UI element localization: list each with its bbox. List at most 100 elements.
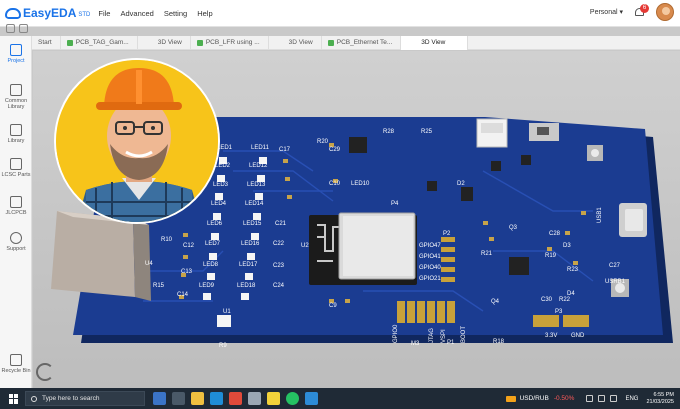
system-tray: USD/RUB -0.50% ENG 6:55 PM 21/03/2025 bbox=[505, 388, 674, 409]
label-c10: C10 bbox=[329, 181, 341, 187]
notes-app-icon[interactable] bbox=[267, 392, 280, 405]
layers-icon[interactable] bbox=[19, 23, 28, 33]
label-c14: C14 bbox=[177, 292, 189, 298]
search-icon bbox=[31, 395, 37, 402]
label-c23: C23 bbox=[273, 263, 285, 269]
label-q3: Q3 bbox=[509, 225, 518, 231]
sidebar-item-common-library[interactable]: Common Library bbox=[0, 84, 32, 110]
label-gpio21: GPIO21 bbox=[419, 276, 441, 282]
label-led17: LED17 bbox=[239, 262, 258, 268]
presenter-webcam-overlay bbox=[54, 58, 220, 224]
tab-pcb-ethernet[interactable]: PCB_Ethernet Te... bbox=[322, 36, 402, 50]
currency-icon bbox=[505, 395, 516, 402]
tab-pcb-lfr[interactable]: PCB_LFR using ... bbox=[191, 36, 269, 50]
label-u4: U4 bbox=[145, 261, 153, 267]
taskbar-apps bbox=[153, 392, 318, 405]
edge-browser-icon[interactable] bbox=[210, 392, 223, 405]
account-dropdown[interactable]: Personal ▾ bbox=[590, 8, 623, 16]
easyeda-logo[interactable]: EasyEDA STD bbox=[5, 6, 90, 20]
label-led4: LED4 bbox=[211, 201, 227, 207]
label-led2: LED2 bbox=[215, 163, 231, 169]
logo-text: EasyEDA bbox=[23, 6, 77, 20]
label-p1: P1 bbox=[447, 340, 455, 346]
tab-pcb-tag[interactable]: PCB_TAG_Gam... bbox=[61, 36, 138, 50]
label-led8: LED8 bbox=[203, 262, 219, 268]
presenter-avatar-app-icon[interactable] bbox=[153, 392, 166, 405]
sidebar-item-project[interactable]: Project bbox=[0, 44, 32, 64]
label-led10: LED10 bbox=[351, 181, 370, 187]
menu-setting[interactable]: Setting bbox=[164, 9, 187, 18]
label-vspi: VSPI bbox=[441, 329, 447, 343]
tab-start[interactable]: Start bbox=[32, 36, 61, 50]
label-3v3: 3.3V bbox=[545, 333, 557, 339]
document-tabs: Start PCB_TAG_Gam... 3D View PCB_LFR usi… bbox=[32, 36, 680, 50]
tab-3d-view-2[interactable]: 3D View bbox=[269, 36, 322, 50]
chevron-up-icon[interactable] bbox=[586, 395, 594, 402]
label-gpio0: GPIO0 bbox=[393, 324, 399, 343]
chrome-browser-icon[interactable] bbox=[229, 392, 242, 405]
clock[interactable]: 6:55 PM 21/03/2025 bbox=[646, 392, 674, 406]
search-placeholder: Type here to search bbox=[42, 395, 100, 402]
sidebar-item-library[interactable]: Library bbox=[0, 124, 32, 144]
label-led18: LED18 bbox=[237, 283, 256, 289]
quick-icons bbox=[0, 20, 34, 36]
pcb-doc-icon bbox=[327, 40, 334, 46]
main-menu: File Advanced Setting Help bbox=[98, 9, 222, 18]
sidebar-item-support[interactable]: Support bbox=[0, 232, 32, 252]
task-view-icon[interactable] bbox=[172, 392, 185, 405]
sidebar-item-jlcpcb[interactable]: JLCPCB bbox=[0, 196, 32, 216]
label-r23: R23 bbox=[567, 267, 579, 273]
speaker-icon[interactable] bbox=[610, 395, 618, 402]
presenter-portrait bbox=[56, 60, 218, 222]
currency-change: -0.50% bbox=[553, 395, 575, 402]
label-led6: LED6 bbox=[207, 221, 223, 227]
label-led15: LED15 bbox=[243, 221, 262, 227]
label-r25: R25 bbox=[421, 129, 433, 135]
label-c13: C13 bbox=[181, 269, 193, 275]
label-r19: R19 bbox=[545, 253, 557, 259]
tab-3d-view-1[interactable]: 3D View bbox=[138, 36, 191, 50]
trash-icon bbox=[10, 354, 22, 366]
label-c9: C9 bbox=[329, 303, 337, 309]
label-r15: R15 bbox=[153, 283, 165, 289]
sidebar-item-lcsc-parts[interactable]: LCSC Parts bbox=[0, 158, 32, 178]
network-icon[interactable] bbox=[598, 395, 606, 402]
label-gnd: GND bbox=[571, 333, 585, 339]
label-led13: LED13 bbox=[247, 182, 266, 188]
whatsapp-icon[interactable] bbox=[286, 392, 299, 405]
clock-time: 6:55 PM bbox=[653, 391, 674, 398]
easyeda-app-icon[interactable] bbox=[305, 392, 318, 405]
windows-start-icon[interactable] bbox=[9, 393, 19, 404]
label-d2: D2 bbox=[457, 181, 465, 187]
notification-bell-icon[interactable]: 6 bbox=[633, 4, 649, 19]
label-gpio47: GPIO47 bbox=[419, 243, 441, 249]
label-led9: LED9 bbox=[199, 283, 215, 289]
label-c17: C17 bbox=[279, 147, 291, 153]
menu-help[interactable]: Help bbox=[197, 9, 212, 18]
folder-icon[interactable] bbox=[6, 23, 15, 33]
menu-file[interactable]: File bbox=[98, 9, 110, 18]
pcb-doc-icon bbox=[66, 40, 73, 46]
label-c29: C29 bbox=[329, 147, 341, 153]
support-icon bbox=[10, 232, 22, 244]
label-d3: D3 bbox=[563, 243, 571, 249]
file-explorer-icon[interactable] bbox=[191, 392, 204, 405]
refresh-icon[interactable] bbox=[36, 363, 54, 381]
label-r28: R28 bbox=[383, 129, 395, 135]
label-r18: R18 bbox=[493, 339, 505, 345]
notification-badge: 6 bbox=[640, 4, 649, 13]
left-sidebar: Project Common Library Library LCSC Part… bbox=[0, 36, 32, 388]
app-icon[interactable] bbox=[248, 392, 261, 405]
books-icon bbox=[10, 124, 22, 136]
currency-widget[interactable]: USD/RUB -0.50% bbox=[505, 395, 575, 402]
label-q4: Q4 bbox=[491, 299, 500, 305]
language-indicator[interactable]: ENG bbox=[625, 396, 638, 402]
label-c24: C24 bbox=[273, 283, 285, 289]
menu-advanced[interactable]: Advanced bbox=[120, 9, 153, 18]
taskbar-search-input[interactable]: Type here to search bbox=[25, 391, 145, 406]
sidebar-item-recycle-bin[interactable]: Recycle Bin bbox=[0, 354, 32, 374]
clock-date: 21/03/2025 bbox=[646, 398, 674, 405]
tab-3d-view-3[interactable]: 3D View bbox=[401, 36, 469, 50]
avatar[interactable] bbox=[656, 3, 674, 21]
label-p2: P2 bbox=[443, 231, 451, 237]
